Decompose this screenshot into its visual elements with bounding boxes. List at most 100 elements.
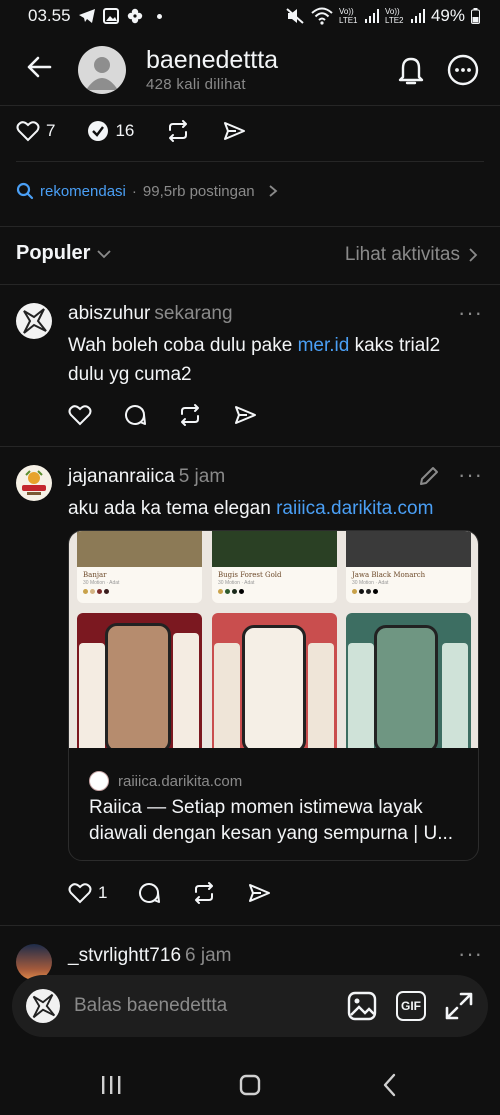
profile-username[interactable]: baenedettta <box>146 46 278 75</box>
reply-input[interactable]: Balas baenedettta <box>74 995 227 1017</box>
like-count: 1 <box>98 883 108 902</box>
post-username[interactable]: abiszuhur <box>68 303 150 324</box>
signal-icon <box>364 9 379 23</box>
post-count: 99,5rb postingan <box>142 182 255 200</box>
sort-dropdown[interactable]: Populer <box>16 242 112 265</box>
avatar[interactable] <box>78 46 126 94</box>
heart-icon <box>68 405 92 426</box>
repost-icon <box>169 120 188 142</box>
theme-sub: 30 Motion · Adat <box>83 580 120 586</box>
theme-name: Banjar <box>83 571 107 579</box>
edit-button[interactable] <box>418 465 440 487</box>
reply-composer[interactable]: Balas baenedettta GIF <box>12 975 488 1037</box>
theme-sub: 30 Motion · Adat <box>352 580 389 586</box>
post-header: _stvrlightt716 6 jam <box>68 945 231 967</box>
post-time: 5 jam <box>178 466 226 487</box>
expand-icon <box>445 992 473 1020</box>
status-time: 03.55 <box>28 6 71 25</box>
pinwheel-icon <box>127 8 143 24</box>
send-icon <box>224 122 246 140</box>
post-link[interactable]: mer.id <box>298 335 350 356</box>
theme-sub: 30 Motion · Adat <box>218 580 255 586</box>
post-username[interactable]: _stvrlightt716 <box>68 945 181 966</box>
notification-button[interactable] <box>396 54 426 86</box>
theme-preview <box>212 613 337 748</box>
bell-icon <box>398 57 424 85</box>
mute-icon <box>286 8 304 24</box>
like-stat[interactable]: 7 <box>16 120 55 142</box>
view-activity-link[interactable]: Lihat aktivitas <box>345 244 478 266</box>
post-more-button[interactable]: ··· <box>458 300 483 326</box>
post-text-part: aku ada ka tema elegan <box>68 498 277 519</box>
separator: · <box>131 182 137 200</box>
like-button[interactable]: 1 <box>68 882 107 904</box>
wifi-icon <box>311 7 333 25</box>
gif-label: GIF <box>401 999 421 1013</box>
link-preview-image: Banjar 30 Motion · Adat Bugis Forest Gol… <box>69 531 478 748</box>
repost-stat[interactable]: 16 <box>87 120 134 142</box>
theme-tile: Jawa Black Monarch 30 Motion · Adat <box>346 531 471 603</box>
share-button[interactable] <box>247 881 271 905</box>
home-button[interactable] <box>239 1074 261 1096</box>
send-icon <box>249 884 271 902</box>
divider <box>0 446 500 447</box>
theme-name: Bugis Forest Gold <box>218 571 282 579</box>
theme-preview <box>346 613 471 748</box>
telegram-icon <box>79 9 95 23</box>
divider <box>0 105 500 106</box>
gif-button[interactable]: GIF <box>396 991 426 1021</box>
back-button[interactable] <box>24 52 54 82</box>
post-actions: 1 <box>68 881 271 905</box>
signal-sim1-label: Vo)) LTE1 <box>338 7 358 25</box>
signal-sim2-label: Vo)) LTE2 <box>384 7 404 25</box>
theme-name: Jawa Black Monarch <box>352 571 426 579</box>
repost-icon <box>195 882 214 904</box>
more-options-button[interactable] <box>446 53 480 87</box>
comment-icon <box>125 405 146 425</box>
post-link[interactable]: raiiica.darikita.com <box>276 498 433 519</box>
chevron-right-icon <box>469 248 478 262</box>
share-button[interactable] <box>222 119 246 143</box>
like-button[interactable] <box>68 404 92 426</box>
post-text: aku ada ka tema elegan raiiica.darikita.… <box>68 494 478 523</box>
like-count: 7 <box>46 121 56 140</box>
post-more-button[interactable]: ··· <box>458 941 483 967</box>
pencil-icon <box>420 467 438 485</box>
home-icon <box>239 1074 261 1096</box>
chevron-right-icon <box>269 185 278 197</box>
repost-button[interactable] <box>166 119 190 143</box>
status-bar: 03.55 Vo)) LTE1 Vo)) LTE2 49% <box>0 0 500 32</box>
comment-button[interactable] <box>137 881 161 905</box>
recommendation-row[interactable]: rekomendasi · 99,5rb postingan <box>16 182 279 200</box>
avatar[interactable] <box>16 303 52 339</box>
recent-apps-button[interactable] <box>100 1075 122 1095</box>
repost-button[interactable] <box>178 403 202 427</box>
expand-button[interactable] <box>444 991 474 1021</box>
view-count: 428 kali dilihat <box>146 76 246 93</box>
recommendation-tag: rekomendasi <box>40 182 126 200</box>
recents-icon <box>102 1076 121 1094</box>
post-username[interactable]: jajananraiica <box>68 466 175 487</box>
link-title: Raiica — Setiap momen istimewa layak dia… <box>89 797 454 844</box>
link-preview-card[interactable]: Banjar 30 Motion · Adat Bugis Forest Gol… <box>68 530 479 861</box>
post-more-button[interactable]: ··· <box>458 462 483 488</box>
system-back-button[interactable] <box>382 1073 398 1097</box>
avatar-star-icon <box>32 993 56 1019</box>
battery-percent: 49% <box>430 6 465 25</box>
avatar <box>26 989 60 1023</box>
share-button[interactable] <box>233 403 257 427</box>
system-navigation-bar <box>0 1052 500 1115</box>
post-text: Wah boleh coba dulu pake mer.id kaks tri… <box>68 331 478 389</box>
attach-image-button[interactable] <box>347 991 377 1021</box>
comment-button[interactable] <box>123 403 147 427</box>
gallery-icon <box>103 8 119 24</box>
theme-tile: Banjar 30 Motion · Adat <box>77 531 202 603</box>
repost-button[interactable] <box>192 881 216 905</box>
divider <box>0 925 500 926</box>
post-actions <box>68 403 257 427</box>
more-circle-icon <box>447 54 479 86</box>
chevron-down-icon <box>97 249 112 258</box>
system-status: Vo)) LTE1 Vo)) LTE2 49% <box>285 6 480 26</box>
verified-check-icon <box>88 121 109 141</box>
avatar[interactable] <box>16 465 52 501</box>
